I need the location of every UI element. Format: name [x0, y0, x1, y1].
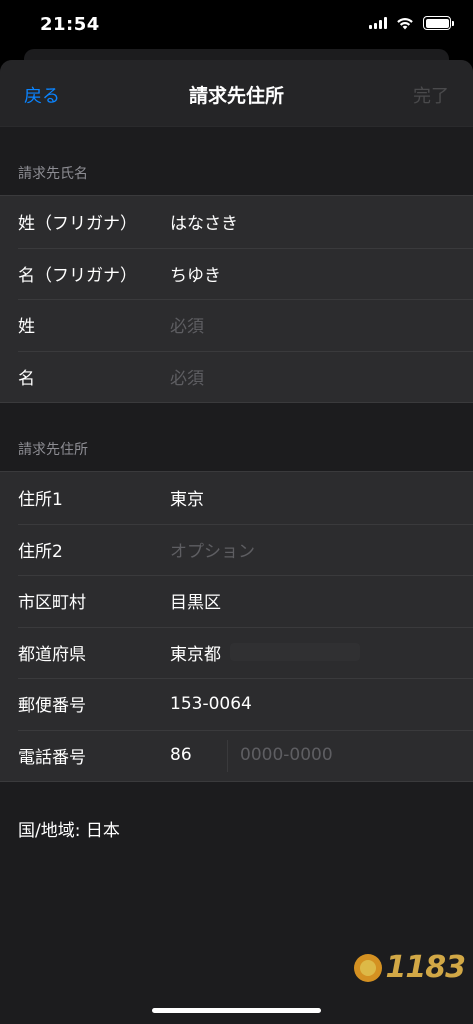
address1-field[interactable]	[170, 487, 457, 508]
battery-icon	[423, 16, 454, 30]
first-name-kana-field[interactable]	[170, 263, 457, 284]
postal-code-field[interactable]	[170, 693, 457, 714]
billing-address-group: 住所1 住所2 オプション 市区町村 都道府県 郵便番号 電話番号	[0, 471, 473, 782]
form-row-first-name-kana: 名（フリガナ）	[0, 247, 473, 300]
status-time: 21:54	[40, 14, 100, 35]
navigation-bar: 戻る 請求先住所 完了	[0, 60, 473, 127]
status-bar: 21:54	[0, 0, 473, 52]
form-row-address1: 住所1	[0, 472, 473, 524]
form-row-city: 市区町村	[0, 575, 473, 627]
row-label: 電話番号	[18, 747, 86, 768]
last-name-field[interactable]: 必須	[170, 312, 457, 337]
first-name-field[interactable]: 必須	[170, 364, 457, 389]
screen: 21:54 戻る 請求先住所 完了 請求先氏名 姓（フリガナ） はなさき 名（フ…	[0, 0, 473, 1024]
row-label: 都道府県	[18, 644, 86, 665]
sun-logo-icon	[353, 953, 382, 982]
status-icons	[369, 16, 454, 30]
city-field[interactable]	[170, 590, 457, 611]
watermark-logo: 1183	[353, 950, 466, 985]
watermark-text: 1183	[385, 950, 466, 985]
phone-divider	[227, 739, 228, 772]
row-label: 姓（フリガナ）	[18, 214, 137, 235]
row-label: 市区町村	[18, 593, 86, 614]
row-label: 住所2	[18, 541, 63, 562]
phone-country-code-field[interactable]: 86	[170, 745, 192, 765]
section-header-billing-name: 請求先氏名	[18, 166, 88, 182]
section-header-billing-address: 請求先住所	[18, 442, 88, 458]
wifi-icon	[397, 17, 413, 29]
row-label: 名（フリガナ）	[18, 265, 137, 286]
form-row-phone: 電話番号 86 0000-0000	[0, 729, 473, 782]
row-label: 名	[18, 368, 35, 389]
form-row-address2: 住所2 オプション	[0, 523, 473, 576]
form-row-prefecture: 都道府県	[0, 626, 473, 679]
form-row-postal-code: 郵便番号	[0, 678, 473, 730]
home-indicator[interactable]	[152, 1008, 321, 1013]
phone-number-field[interactable]: 0000-0000	[240, 745, 333, 765]
last-name-kana-field[interactable]	[170, 211, 457, 232]
country-region-label[interactable]: 国/地域: 日本	[0, 782, 473, 841]
page-title: 請求先住所	[188, 85, 284, 107]
form-row-last-name-kana: 姓（フリガナ）	[0, 196, 473, 248]
billing-address-sheet: 戻る 請求先住所 完了 請求先氏名 姓（フリガナ） 名（フリガナ） 姓 必須 名…	[0, 60, 473, 1024]
cellular-signal-icon	[369, 17, 387, 29]
row-label: 郵便番号	[18, 696, 86, 717]
address2-field[interactable]: オプション	[170, 537, 457, 562]
row-label: 姓	[18, 317, 35, 338]
redacted-strip	[230, 643, 360, 662]
billing-name-group: 姓（フリガナ） 名（フリガナ） 姓 必須 名 必須	[0, 195, 473, 403]
form-row-last-name: 姓 必須	[0, 299, 473, 351]
row-label: 住所1	[18, 490, 63, 511]
form-row-first-name: 名 必須	[0, 350, 473, 403]
done-button[interactable]: 完了	[413, 82, 449, 108]
